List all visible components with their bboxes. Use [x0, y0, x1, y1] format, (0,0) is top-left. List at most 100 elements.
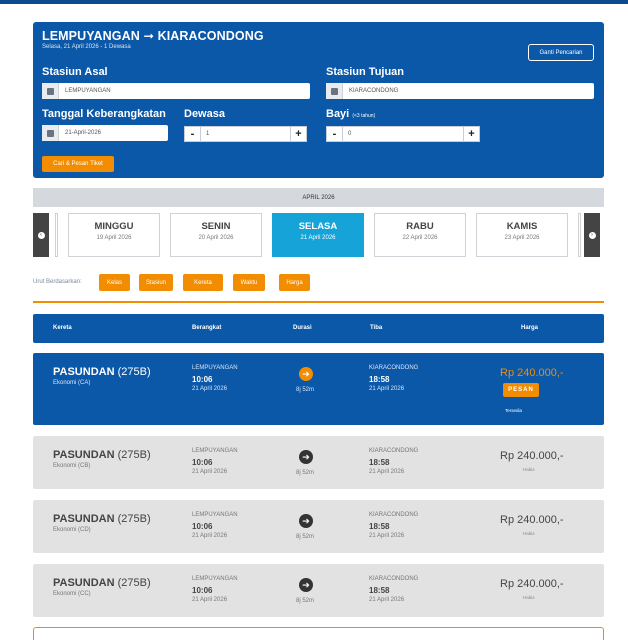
results-header: Kereta Berangkat Durasi Tiba Harga — [33, 314, 604, 343]
origin-field[interactable]: LEMPUYANGAN — [42, 83, 310, 99]
arrive-station: KIARACONDONG — [369, 512, 419, 518]
arrive-time: 18:58 — [369, 586, 390, 595]
availability-status: Habis — [523, 595, 535, 600]
depart-date: 21 April 2026 — [192, 597, 228, 603]
destination-field[interactable]: KIARACONDONG — [326, 83, 594, 99]
arrive-station: KIARACONDONG — [369, 448, 419, 454]
train-name: PASUNDAN (275B) — [53, 513, 151, 525]
duration: 8j 52m — [296, 598, 315, 604]
depart-time: 10:06 — [192, 586, 213, 595]
day-date: 22 April 2026 — [402, 235, 438, 241]
day-name: SENIN — [201, 221, 231, 232]
sort-waktu-button[interactable]: Waktu — [233, 274, 265, 291]
train-icon — [326, 83, 343, 99]
train-class: Ekonomi (CA) — [53, 380, 91, 386]
header-price: Harga — [521, 325, 539, 331]
sort-harga-button[interactable]: Harga — [279, 274, 310, 291]
train-class: Ekonomi (CB) — [53, 463, 91, 469]
day-date: 21 April 2026 — [300, 235, 336, 241]
infant-note: (<3 tahun) — [352, 113, 376, 119]
day-tab-minggu[interactable]: MINGGU 19 April 2026 — [68, 213, 160, 257]
day-tab-selasa[interactable]: SELASA 21 April 2026 — [272, 213, 364, 257]
adult-stepper: - 1 + — [184, 126, 307, 142]
train-row[interactable]: PASUNDAN (275B) Ekonomi (CB) LEMPUYANGAN… — [33, 436, 604, 489]
depart-time: 10:06 — [192, 375, 213, 384]
search-panel: LEMPUYANGAN ➞ KIARACONDONG Selasa, 21 Ap… — [33, 22, 604, 178]
arrow-right-icon: ➔ — [299, 578, 313, 592]
calendar-icon — [42, 125, 59, 141]
duration: 8j 52m — [296, 470, 315, 476]
price: Rp 240.000,- — [500, 578, 564, 590]
depart-date: 21 April 2026 — [192, 469, 228, 475]
train-class: Ekonomi (CD) — [53, 527, 91, 533]
duration: 8j 52m — [296, 534, 315, 540]
prev-day-button[interactable]: ‹ — [33, 213, 49, 257]
day-date: 23 April 2026 — [504, 235, 540, 241]
sort-kelas-button[interactable]: Kelas — [99, 274, 130, 291]
infant-minus-button[interactable]: - — [326, 126, 343, 142]
price: Rp 240.000,- — [500, 450, 564, 462]
arrow-right-icon: ➔ — [299, 514, 313, 528]
train-row[interactable]: PASUNDAN (275B) Ekonomi (CC) LEMPUYANGAN… — [33, 564, 604, 617]
info-box — [33, 627, 604, 640]
depart-station: LEMPUYANGAN — [192, 365, 238, 371]
train-row[interactable]: PASUNDAN (275B) Ekonomi (CA) LEMPUYANGAN… — [33, 353, 604, 425]
arrive-date: 21 April 2026 — [369, 386, 405, 392]
search-submit-button[interactable]: Cari & Pesan Tiket — [42, 156, 114, 172]
train-name: PASUNDAN (275B) — [53, 449, 151, 461]
origin-label: Stasiun Asal — [42, 66, 108, 78]
availability-status: Habis — [523, 467, 535, 472]
destination-label: Stasiun Tujuan — [326, 66, 405, 78]
next-day-button[interactable]: › — [584, 213, 600, 257]
day-tab-kamis[interactable]: KAMIS 23 April 2026 — [476, 213, 568, 257]
date-value: 21-April-2026 — [65, 130, 102, 136]
book-button[interactable]: PESAN — [503, 383, 539, 397]
header-arrive: Tiba — [370, 325, 383, 331]
adult-minus-button[interactable]: - — [184, 126, 201, 142]
chevron-left-icon: ‹ — [37, 231, 45, 239]
train-class: Ekonomi (CC) — [53, 591, 91, 597]
change-search-button[interactable]: Ganti Pencarian — [528, 44, 594, 61]
day-tab-edge-right — [578, 213, 581, 257]
arrive-time: 18:58 — [369, 458, 390, 467]
sort-stasiun-button[interactable]: Stasiun — [139, 274, 173, 291]
month-bar: APRIL 2026 — [33, 188, 604, 207]
duration: 8j 52m — [296, 387, 315, 393]
sort-label: Urut Berdasarkan: — [33, 279, 82, 285]
depart-time: 10:06 — [192, 458, 213, 467]
arrive-time: 18:58 — [369, 375, 390, 384]
infant-input[interactable]: 0 — [343, 126, 463, 142]
day-tab-rabu[interactable]: RABU 22 April 2026 — [374, 213, 466, 257]
day-name: RABU — [406, 221, 434, 232]
day-date: 19 April 2026 — [96, 235, 132, 241]
arrive-date: 21 April 2026 — [369, 533, 405, 539]
day-name: SELASA — [298, 221, 338, 232]
availability-status: Habis — [523, 531, 535, 536]
depart-time: 10:06 — [192, 522, 213, 531]
arrive-time: 18:58 — [369, 522, 390, 531]
day-name: MINGGU — [94, 221, 134, 232]
adult-plus-button[interactable]: + — [290, 126, 307, 142]
chevron-right-icon: › — [588, 231, 596, 239]
header-train: Kereta — [53, 325, 72, 331]
sort-kereta-button[interactable]: Kereta — [183, 274, 223, 291]
depart-station: LEMPUYANGAN — [192, 512, 238, 518]
train-row[interactable]: PASUNDAN (275B) Ekonomi (CD) LEMPUYANGAN… — [33, 500, 604, 553]
divider — [33, 301, 604, 303]
day-name: KAMIS — [506, 221, 538, 232]
header-duration: Durasi — [293, 325, 312, 331]
day-tab-senin[interactable]: SENIN 20 April 2026 — [170, 213, 262, 257]
availability-status: Tersedia — [505, 408, 523, 413]
arrow-right-icon: ➔ — [299, 367, 313, 381]
train-name: PASUNDAN (275B) — [53, 366, 151, 378]
infant-plus-button[interactable]: + — [463, 126, 480, 142]
infant-label: Bayi (<3 tahun) — [326, 108, 375, 120]
date-field[interactable]: 21-April-2026 — [42, 125, 168, 141]
arrow-right-icon: ➔ — [299, 450, 313, 464]
header-depart: Berangkat — [192, 325, 222, 331]
infant-label-text: Bayi — [326, 108, 350, 120]
adult-input[interactable]: 1 — [201, 126, 290, 142]
arrive-date: 21 April 2026 — [369, 597, 405, 603]
adult-label: Dewasa — [184, 108, 225, 120]
top-bar — [0, 0, 628, 4]
